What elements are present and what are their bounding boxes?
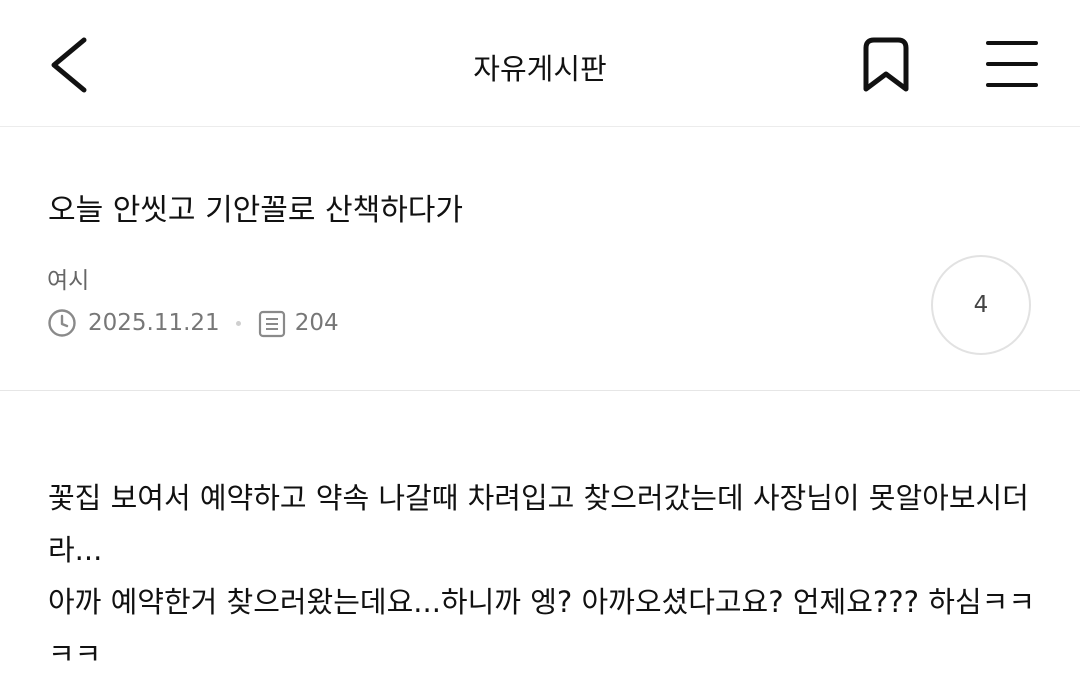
top-app-bar: 자유게시판 (0, 0, 1080, 127)
post-title: 오늘 안씻고 기안꼴로 산책하다가 (48, 193, 464, 228)
comment-count-button[interactable]: 4 (931, 255, 1031, 355)
post-meta: 2025.11.21 204 (47, 305, 339, 341)
post-body: 꽃집 보여서 예약하고 약속 나갈때 차려입고 찾으러갔는데 사장님이 못알아보… (48, 472, 1038, 680)
bookmark-icon (863, 37, 909, 92)
document-icon (258, 310, 285, 338)
app-screen: 자유게시판 오늘 안씻고 기안꼴로 산책하다가 여시 2025.11.21 20… (0, 0, 1080, 694)
view-count: 204 (294, 310, 339, 336)
clock-icon (48, 309, 76, 337)
post-date: 2025.11.21 (88, 310, 220, 336)
menu-button[interactable] (983, 38, 1041, 90)
post-header: 오늘 안씻고 기안꼴로 산책하다가 여시 2025.11.21 204 4 (0, 127, 1080, 391)
post-body-paragraph: 아까 예약한거 찾으러왔는데요...하니까 엥? 아까오셨다고요? 언제요???… (48, 585, 1036, 671)
meta-separator (235, 320, 241, 326)
author-name[interactable]: 여시 (47, 261, 89, 295)
bookmark-button[interactable] (856, 34, 916, 96)
hamburger-menu-icon (986, 41, 1038, 87)
page-title: 자유게시판 (473, 52, 607, 86)
post-body-paragraph: 꽃집 보여서 예약하고 약속 나갈때 차려입고 찾으러갔는데 사장님이 못알아보… (48, 481, 1029, 567)
